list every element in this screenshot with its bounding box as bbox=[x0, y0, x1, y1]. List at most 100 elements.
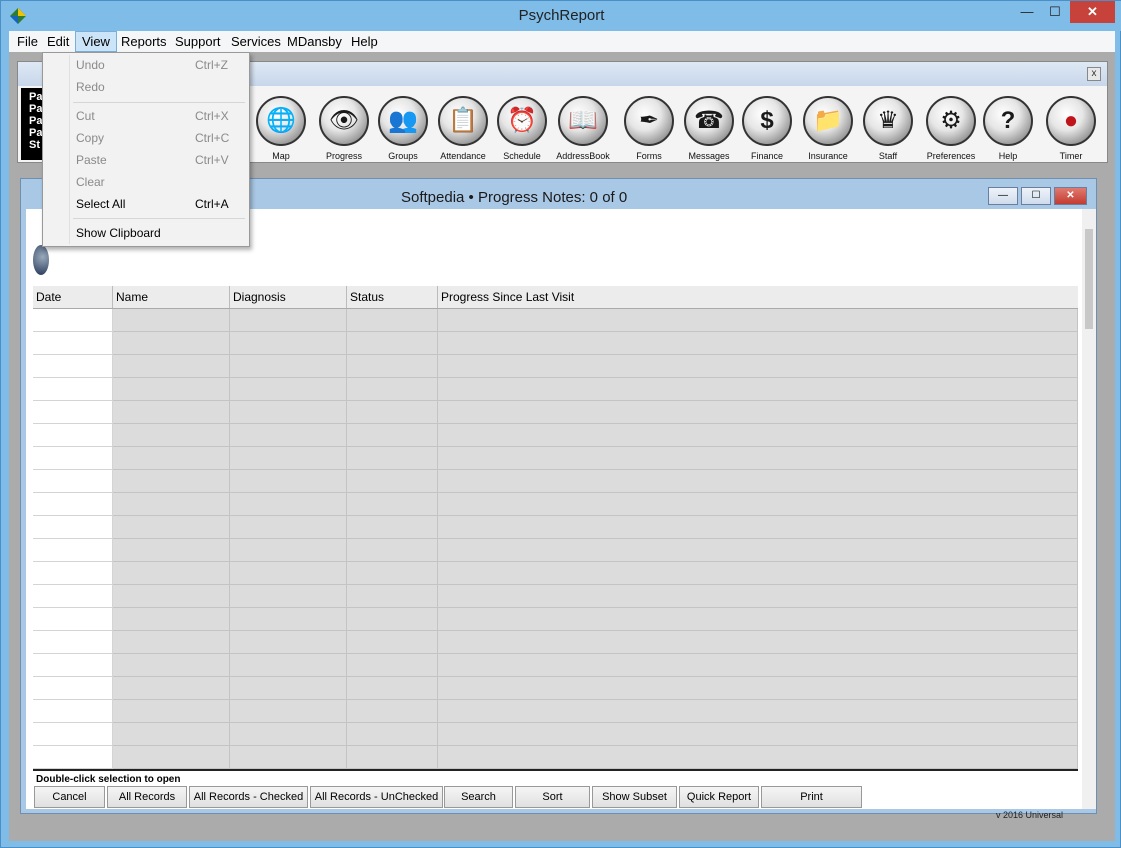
title-bar[interactable]: PsychReport — ☐ ✕ bbox=[1, 1, 1121, 31]
tool-schedule[interactable]: ⏰ Schedule bbox=[492, 96, 552, 161]
table-cell[interactable] bbox=[230, 585, 347, 608]
tool-staff[interactable]: ♛ Staff bbox=[858, 96, 918, 161]
tool-timer[interactable]: ● Timer bbox=[1041, 96, 1101, 161]
menu-item-undo[interactable]: Undo Ctrl+Z bbox=[43, 54, 249, 76]
tool-messages[interactable]: ☎ Messages bbox=[679, 96, 739, 161]
table-cell[interactable] bbox=[347, 332, 438, 355]
tool-finance[interactable]: $ Finance bbox=[737, 96, 797, 161]
table-cell[interactable] bbox=[113, 700, 230, 723]
table-cell[interactable] bbox=[438, 309, 1078, 332]
table-cell[interactable] bbox=[113, 447, 230, 470]
table-cell[interactable] bbox=[33, 493, 113, 516]
table-row[interactable] bbox=[33, 631, 1078, 654]
column-header-progress[interactable]: Progress Since Last Visit bbox=[438, 286, 1078, 308]
table-cell[interactable] bbox=[113, 723, 230, 746]
menu-item-select-all[interactable]: Select All Ctrl+A bbox=[43, 193, 249, 215]
column-header-diagnosis[interactable]: Diagnosis bbox=[230, 286, 347, 308]
table-cell[interactable] bbox=[33, 332, 113, 355]
table-cell[interactable] bbox=[347, 700, 438, 723]
table-cell[interactable] bbox=[113, 677, 230, 700]
table-cell[interactable] bbox=[438, 677, 1078, 700]
table-cell[interactable] bbox=[438, 700, 1078, 723]
table-cell[interactable] bbox=[230, 700, 347, 723]
column-header-date[interactable]: Date bbox=[33, 286, 113, 308]
horizontal-scrollbar[interactable] bbox=[26, 819, 1082, 835]
menu-item-copy[interactable]: Copy Ctrl+C bbox=[43, 127, 249, 149]
table-cell[interactable] bbox=[230, 332, 347, 355]
table-cell[interactable] bbox=[230, 355, 347, 378]
table-cell[interactable] bbox=[230, 470, 347, 493]
all-records-checked-button[interactable]: All Records - Checked bbox=[189, 786, 308, 808]
table-cell[interactable] bbox=[113, 562, 230, 585]
column-header-status[interactable]: Status bbox=[347, 286, 438, 308]
table-cell[interactable] bbox=[438, 401, 1078, 424]
table-cell[interactable] bbox=[113, 470, 230, 493]
all-records-unchecked-button[interactable]: All Records - UnChecked bbox=[310, 786, 443, 808]
menu-view[interactable]: View bbox=[75, 31, 117, 52]
table-cell[interactable] bbox=[33, 654, 113, 677]
table-cell[interactable] bbox=[113, 401, 230, 424]
table-cell[interactable] bbox=[33, 309, 113, 332]
menu-item-redo[interactable]: Redo bbox=[43, 76, 249, 98]
table-cell[interactable] bbox=[33, 723, 113, 746]
table-cell[interactable] bbox=[438, 585, 1078, 608]
menu-help[interactable]: Help bbox=[345, 31, 384, 52]
table-cell[interactable] bbox=[113, 378, 230, 401]
table-cell[interactable] bbox=[347, 493, 438, 516]
table-cell[interactable] bbox=[33, 355, 113, 378]
table-row[interactable] bbox=[33, 447, 1078, 470]
tool-insurance[interactable]: 📁 Insurance bbox=[798, 96, 858, 161]
table-cell[interactable] bbox=[230, 631, 347, 654]
table-cell[interactable] bbox=[347, 746, 438, 769]
table-cell[interactable] bbox=[347, 723, 438, 746]
table-cell[interactable] bbox=[438, 447, 1078, 470]
table-cell[interactable] bbox=[438, 631, 1078, 654]
table-cell[interactable] bbox=[347, 424, 438, 447]
menu-edit[interactable]: Edit bbox=[41, 31, 75, 52]
table-cell[interactable] bbox=[347, 401, 438, 424]
table-cell[interactable] bbox=[347, 470, 438, 493]
table-cell[interactable] bbox=[438, 539, 1078, 562]
table-cell[interactable] bbox=[230, 723, 347, 746]
table-row[interactable] bbox=[33, 677, 1078, 700]
table-cell[interactable] bbox=[438, 493, 1078, 516]
table-cell[interactable] bbox=[230, 539, 347, 562]
menu-item-cut[interactable]: Cut Ctrl+X bbox=[43, 105, 249, 127]
table-row[interactable] bbox=[33, 723, 1078, 746]
tool-addressbook[interactable]: 📖 AddressBook bbox=[553, 96, 613, 161]
table-cell[interactable] bbox=[347, 447, 438, 470]
menu-reports[interactable]: Reports bbox=[115, 31, 173, 52]
child-minimize-button[interactable]: — bbox=[988, 187, 1018, 205]
table-cell[interactable] bbox=[33, 378, 113, 401]
table-cell[interactable] bbox=[230, 401, 347, 424]
table-cell[interactable] bbox=[230, 608, 347, 631]
child-close-button[interactable]: ✕ bbox=[1054, 187, 1087, 205]
menu-item-show-clipboard[interactable]: Show Clipboard bbox=[43, 222, 249, 244]
toolbar-close-button[interactable]: x bbox=[1087, 67, 1101, 81]
table-cell[interactable] bbox=[33, 539, 113, 562]
scrollbar-thumb[interactable] bbox=[1085, 229, 1093, 329]
table-cell[interactable] bbox=[230, 562, 347, 585]
table-cell[interactable] bbox=[347, 562, 438, 585]
table-cell[interactable] bbox=[113, 424, 230, 447]
sort-button[interactable]: Sort bbox=[515, 786, 590, 808]
table-cell[interactable] bbox=[230, 746, 347, 769]
table-cell[interactable] bbox=[347, 585, 438, 608]
table-cell[interactable] bbox=[230, 654, 347, 677]
table-cell[interactable] bbox=[113, 539, 230, 562]
table-cell[interactable] bbox=[438, 378, 1078, 401]
tool-preferences[interactable]: ⚙ Preferences bbox=[921, 96, 981, 161]
table-cell[interactable] bbox=[347, 654, 438, 677]
table-cell[interactable] bbox=[113, 355, 230, 378]
column-header-name[interactable]: Name bbox=[113, 286, 230, 308]
tool-help[interactable]: ? Help bbox=[978, 96, 1038, 161]
table-cell[interactable] bbox=[33, 585, 113, 608]
table-cell[interactable] bbox=[230, 516, 347, 539]
table-row[interactable] bbox=[33, 585, 1078, 608]
table-cell[interactable] bbox=[33, 516, 113, 539]
table-cell[interactable] bbox=[438, 424, 1078, 447]
table-cell[interactable] bbox=[230, 424, 347, 447]
table-row[interactable] bbox=[33, 654, 1078, 677]
tool-groups[interactable]: 👥 Groups bbox=[373, 96, 433, 161]
table-cell[interactable] bbox=[33, 401, 113, 424]
